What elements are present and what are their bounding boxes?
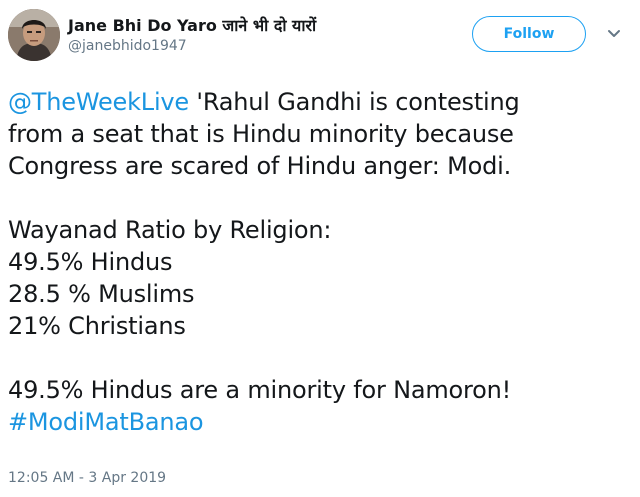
tweet-line: @TheWeekLive 'Rahul Gandhi is contesting [8, 86, 632, 118]
mention-link[interactable]: @TheWeekLive [8, 88, 189, 116]
tweet-line: Congress are scared of Hindu anger: Modi… [8, 152, 512, 180]
tweet-line: from a seat that is Hindu minority becau… [8, 120, 514, 148]
avatar[interactable] [8, 9, 60, 61]
user-handle[interactable]: @janebhido1947 [68, 38, 187, 54]
line-break [8, 182, 632, 214]
hashtag-link[interactable]: #ModiMatBanao [8, 406, 632, 438]
tweet-line: 28.5 % Muslims [8, 280, 195, 308]
tweet-line: Wayanad Ratio by Religion: [8, 216, 332, 244]
tweet-line: 49.5% Hindus [8, 248, 173, 276]
display-name[interactable]: Jane Bhi Do Yaro जाने भी दो यारों [68, 14, 316, 36]
chevron-down-icon[interactable] [604, 26, 624, 42]
tweet-line: 49.5% Hindus are a minority for Namoron! [8, 376, 512, 404]
tweet-timestamp[interactable]: 12:05 AM - 3 Apr 2019 [8, 470, 166, 486]
tweet-line: 21% Christians [8, 312, 186, 340]
tweet-text-segment: 'Rahul Gandhi is contesting [189, 88, 520, 116]
tweet-card: Jane Bhi Do Yaro जाने भी दो यारों @janeb… [0, 0, 640, 497]
avatar-image [8, 9, 60, 61]
line-break [8, 342, 632, 374]
tweet-text: @TheWeekLive 'Rahul Gandhi is contesting… [8, 86, 632, 438]
follow-button[interactable]: Follow [472, 16, 586, 52]
